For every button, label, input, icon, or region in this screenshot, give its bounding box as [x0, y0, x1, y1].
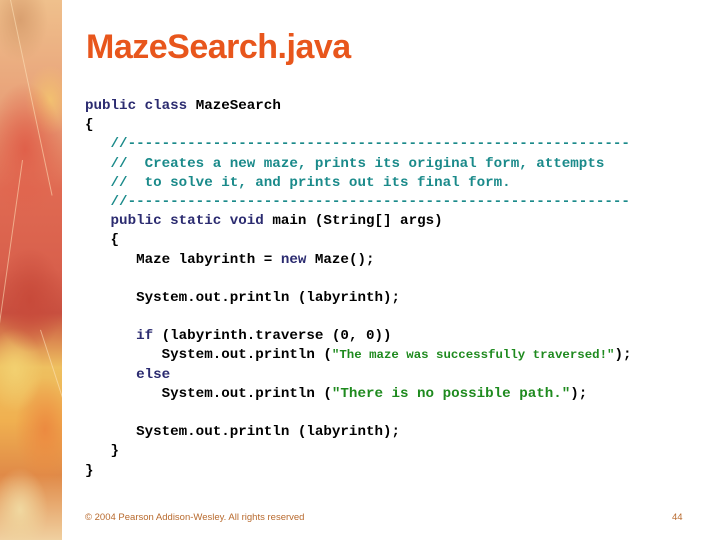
code-line: }: [85, 462, 94, 479]
page-number: 44: [672, 512, 683, 523]
code-line: else: [85, 366, 632, 385]
code-comment: //--------------------------------------…: [85, 136, 630, 153]
code-text: (labyrinth.traverse (0, 0)): [153, 328, 392, 345]
code-text: MazeSearch: [187, 98, 281, 114]
code-keyword: if: [136, 328, 154, 345]
code-comment: // Creates a new maze, prints its origin…: [85, 155, 605, 172]
copyright-footer: © 2004 Pearson Addison-Wesley. All right…: [85, 512, 305, 523]
slide-title: MazeSearch.java: [86, 28, 351, 66]
code-text: main (String[] args): [263, 213, 443, 230]
code-keyword: else: [136, 366, 171, 383]
code-text: System.out.println (: [85, 385, 332, 402]
code-comment: // to solve it, and prints out its final…: [85, 174, 511, 191]
code-line: System.out.println ("The maze was succes…: [85, 346, 632, 365]
code-text: );: [614, 347, 632, 364]
code-line: System.out.println (labyrinth);: [85, 424, 401, 441]
code-keyword: class: [144, 98, 188, 114]
code-line: {: [85, 117, 94, 134]
code-keyword: public: [110, 213, 162, 230]
decorative-leaf-image: [0, 0, 62, 540]
code-comment: //--------------------------------------…: [85, 193, 630, 210]
code-line: public class MazeSearch: [85, 97, 632, 116]
code-line: Maze labyrinth = new Maze();: [85, 251, 632, 270]
code-line: public static void main (String[] args): [85, 212, 632, 231]
code-line: }: [85, 443, 120, 460]
code-keyword: public: [85, 98, 137, 114]
code-text: Maze labyrinth =: [85, 251, 281, 268]
code-keyword: new: [280, 251, 307, 268]
code-keyword: static: [170, 213, 222, 230]
code-keyword: void: [229, 213, 264, 230]
code-line: System.out.println (labyrinth);: [85, 289, 401, 306]
code-text: );: [570, 385, 588, 402]
code-string: "The maze was successfully traversed!": [331, 348, 615, 363]
code-string: "There is no possible path.": [331, 385, 571, 402]
code-text: Maze();: [306, 251, 375, 268]
code-line: System.out.println ("There is no possibl…: [85, 385, 632, 404]
code-block: public class MazeSearch{ //-------------…: [85, 97, 632, 481]
code-text: System.out.println (: [85, 347, 332, 364]
code-line: {: [85, 232, 120, 249]
code-line: if (labyrinth.traverse (0, 0)): [85, 327, 632, 346]
